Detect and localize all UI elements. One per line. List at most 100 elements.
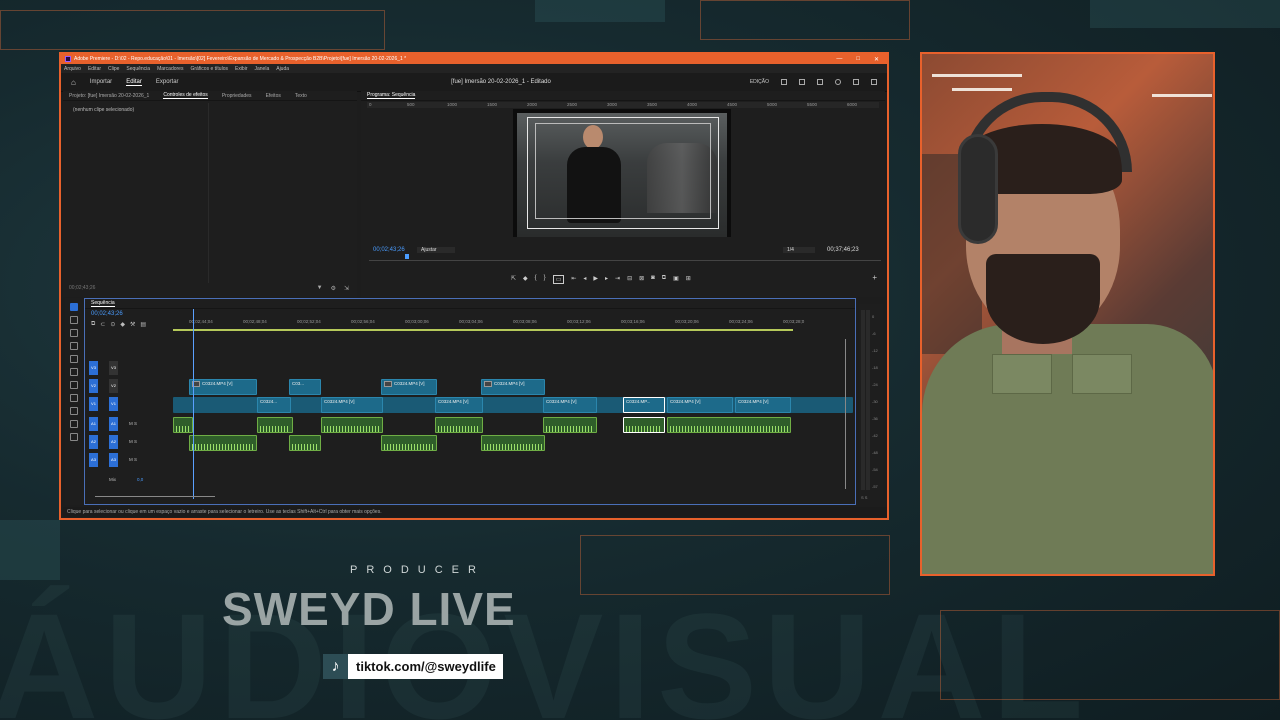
zoom-tool-icon[interactable]	[70, 394, 78, 402]
menu-sequencia[interactable]: Sequência	[126, 66, 150, 72]
nest-icon[interactable]: ⧉	[91, 321, 95, 328]
extract-icon[interactable]: ⊠	[639, 275, 644, 284]
audio-clip[interactable]	[543, 417, 597, 433]
play-icon[interactable]: ▶	[593, 275, 598, 284]
timeline-ruler[interactable]: 00;02;44;04 00;02;48;04 00;02;52;04 00;0…	[173, 319, 845, 329]
compare-icon[interactable]: ⧉	[662, 275, 666, 284]
out-point-icon[interactable]: }	[544, 275, 546, 284]
track-label-v2[interactable]: V2	[109, 379, 118, 393]
snap-icon[interactable]: ⊂	[100, 321, 105, 328]
tab-importar[interactable]: Importar	[90, 79, 112, 85]
audio-clip[interactable]	[481, 435, 545, 451]
audio-clip-selected[interactable]	[623, 417, 665, 433]
tab-effects[interactable]: Efeitos	[266, 93, 281, 99]
proxy-icon[interactable]: ⊞	[686, 275, 691, 284]
mute-button[interactable]: M S	[129, 421, 137, 426]
program-video-frame[interactable]	[513, 109, 731, 237]
mute-button[interactable]: M S	[129, 439, 137, 444]
menu-ajuda[interactable]: Ajuda	[276, 66, 289, 72]
add-button-icon[interactable]: +	[872, 273, 877, 282]
mute-button[interactable]: M S	[129, 457, 137, 462]
vertical-scrollbar[interactable]	[845, 339, 849, 489]
track-target-a3[interactable]: A3	[89, 453, 98, 467]
add-marker-icon[interactable]: ◆	[120, 321, 125, 328]
vr-icon[interactable]: ▣	[673, 275, 679, 284]
panel-layout-icon[interactable]	[781, 79, 787, 85]
share-icon[interactable]	[799, 79, 805, 85]
audio-clip[interactable]	[189, 435, 257, 451]
video-clip[interactable]: C0324.MP4 [V]	[189, 379, 257, 395]
program-timecode[interactable]: 00;02;43;26	[373, 247, 405, 253]
track-target-a2[interactable]: A2	[89, 435, 98, 449]
audio-clip[interactable]	[173, 417, 193, 433]
zoom-scrollbar[interactable]	[95, 496, 215, 500]
tab-sequence[interactable]: Sequência	[91, 300, 115, 307]
captions-icon[interactable]: ▤	[140, 321, 146, 328]
go-to-out-icon[interactable]: ⇥	[615, 275, 620, 284]
track-label-v3[interactable]: V3	[109, 361, 118, 375]
tab-text[interactable]: Texto	[295, 93, 307, 99]
menu-editar[interactable]: Editar	[88, 66, 101, 72]
video-clip[interactable]: C0324.MP4 [V]	[321, 397, 383, 413]
resolution-dropdown[interactable]: 1/4	[783, 247, 815, 253]
video-clip[interactable]: C0324.MP4 [V]	[667, 397, 733, 413]
marker-icon[interactable]: ◆	[523, 275, 528, 284]
export-icon[interactable]	[817, 79, 823, 85]
menu-marcadores[interactable]: Marcadores	[157, 66, 183, 72]
type-tool-icon[interactable]	[70, 420, 78, 428]
home-icon[interactable]: ⌂	[71, 78, 76, 87]
track-target-a1[interactable]: A1	[89, 417, 98, 431]
rectangle-tool-icon[interactable]	[70, 381, 78, 389]
minimize-button[interactable]: —	[836, 56, 842, 63]
menu-janela[interactable]: Janela	[255, 66, 270, 72]
go-to-in-icon[interactable]: ⇤	[571, 275, 576, 284]
video-clip-selected[interactable]: C0324.MP...	[623, 397, 665, 413]
video-clip[interactable]: C0324.MP4 [V]	[735, 397, 791, 413]
track-label-a2[interactable]: A2	[109, 435, 118, 449]
ripple-edit-tool-icon[interactable]	[70, 329, 78, 337]
tab-editar[interactable]: Editar	[126, 79, 142, 86]
video-clip[interactable]: C03...	[289, 379, 321, 395]
mix-value[interactable]: 0,0	[137, 477, 143, 482]
playhead-marker[interactable]	[405, 254, 409, 259]
track-select-tool-icon[interactable]	[70, 316, 78, 324]
pen-tool-icon[interactable]	[70, 368, 78, 376]
menu-graficos[interactable]: Gráficos e títulos	[190, 66, 228, 72]
step-back-icon[interactable]: ◂	[583, 275, 586, 284]
fullscreen-icon[interactable]	[871, 79, 877, 85]
export-icon[interactable]: ⇱	[511, 275, 516, 284]
fit-dropdown[interactable]: Ajustar	[417, 247, 455, 253]
maximize-button[interactable]: □	[856, 56, 860, 63]
lift-icon[interactable]: ⊟	[627, 275, 632, 284]
menu-clipe[interactable]: Clipe	[108, 66, 119, 72]
tab-exportar[interactable]: Exportar	[156, 79, 179, 85]
audio-icon[interactable]	[853, 79, 859, 85]
audio-clip[interactable]	[321, 417, 383, 433]
video-clip[interactable]: C0324...	[257, 397, 291, 413]
video-clip[interactable]: C0324.MP4 [V]	[381, 379, 437, 395]
safe-margins-icon[interactable]: ▭	[552, 275, 565, 284]
menu-arquivo[interactable]: Arquivo	[64, 66, 81, 72]
track-label-v1[interactable]: V1	[109, 397, 118, 411]
video-clip[interactable]: C0324.MP4 [V]	[435, 397, 483, 413]
slip-tool-icon[interactable]	[70, 355, 78, 363]
menu-exibir[interactable]: Exibir	[235, 66, 248, 72]
export-frame-icon[interactable]: ⇲	[344, 285, 349, 292]
workspace-label[interactable]: EDIÇÃO	[750, 79, 769, 85]
camera-icon[interactable]: ◙	[651, 275, 655, 284]
audio-clip[interactable]	[667, 417, 791, 433]
track-target-v2[interactable]: V2	[89, 379, 98, 393]
wrench-icon[interactable]: ⚒	[130, 321, 135, 328]
caption-tool-icon[interactable]	[70, 433, 78, 441]
meter-solo[interactable]: S S	[861, 495, 867, 500]
in-point-icon[interactable]: {	[535, 275, 537, 284]
selection-tool-icon[interactable]	[70, 303, 78, 311]
timeline-timecode[interactable]: 00;02;43;26	[91, 311, 123, 317]
program-title[interactable]: Programa: Sequência	[367, 92, 416, 99]
audio-clip[interactable]	[435, 417, 483, 433]
progress-icon[interactable]	[835, 79, 841, 85]
close-button[interactable]: ✕	[874, 56, 879, 63]
linked-selection-icon[interactable]: ⊙	[110, 321, 115, 328]
tab-effect-controls[interactable]: Controles de efeitos	[163, 92, 208, 99]
audio-clip[interactable]	[381, 435, 437, 451]
